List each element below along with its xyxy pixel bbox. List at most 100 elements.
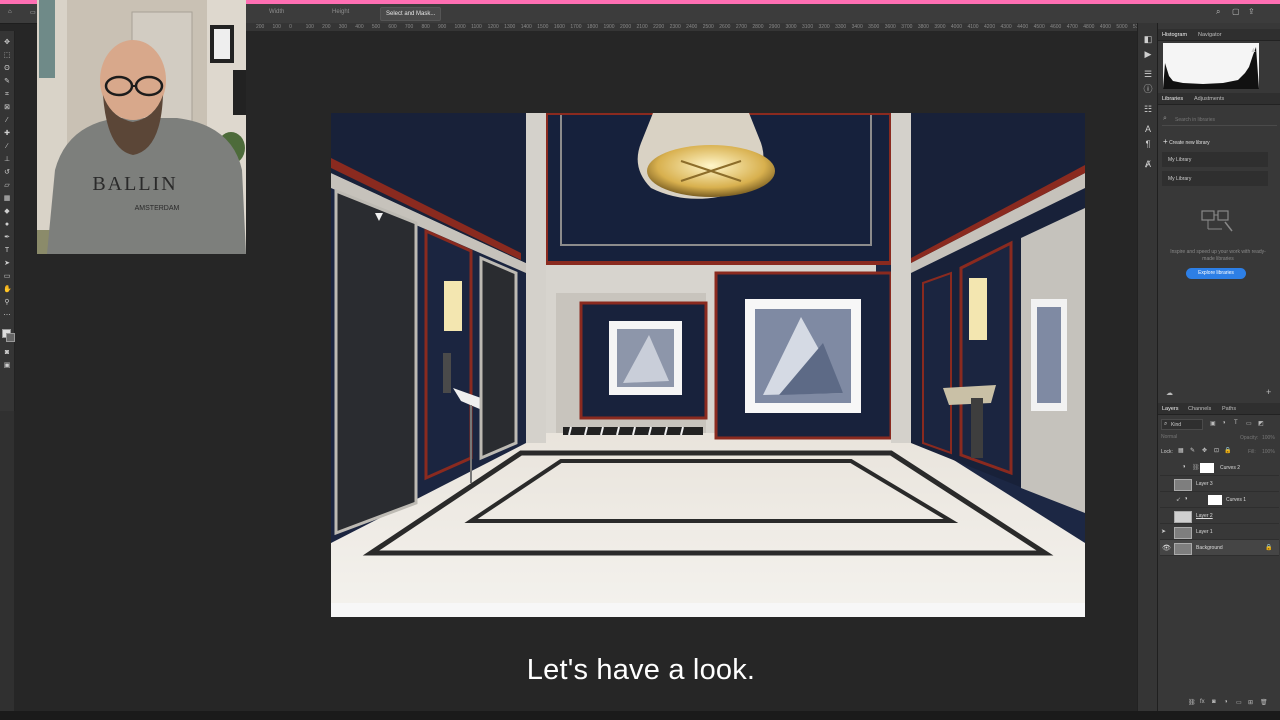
workspace-icon[interactable]: ▢ — [1232, 7, 1240, 16]
brush-tool-icon[interactable]: ∕ — [3, 143, 11, 151]
layer-row[interactable]: ➤ Layer 1 — [1160, 524, 1279, 540]
layer-row[interactable]: Layer 2 — [1160, 508, 1279, 524]
lock-artboard-icon[interactable]: ⊡ — [1214, 447, 1219, 454]
marquee-options-icon[interactable]: ▭ — [30, 9, 36, 16]
fx-icon[interactable]: fx — [1200, 699, 1205, 705]
tab-layers[interactable]: Layers — [1162, 406, 1179, 412]
fill-value[interactable]: 100% — [1262, 449, 1275, 455]
filter-shape-icon[interactable]: ▭ — [1246, 420, 1252, 427]
gradient-tool-icon[interactable]: ▦ — [3, 195, 11, 203]
lock-transparency-icon[interactable]: ▦ — [1178, 447, 1184, 454]
filter-pixel-icon[interactable]: ▣ — [1210, 420, 1216, 427]
create-library-button[interactable]: + Create new library — [1163, 137, 1210, 146]
eyedropper-icon[interactable]: ⁄ — [3, 117, 11, 125]
background-color-swatch[interactable] — [6, 333, 15, 342]
layer-name[interactable]: Layer 2 — [1196, 513, 1213, 519]
more-tools-icon[interactable]: ⋯ — [3, 312, 11, 320]
ruler-tick-label: 4500 — [1033, 24, 1045, 30]
layer-thumbnail[interactable] — [1174, 543, 1192, 555]
shape-tool-icon[interactable]: ▭ — [3, 273, 11, 281]
actions-play-icon[interactable]: ▶ — [1142, 48, 1154, 60]
library-item[interactable]: My Library — [1162, 152, 1268, 167]
lock-pixels-icon[interactable]: ✎ — [1190, 447, 1195, 454]
tab-adjustments[interactable]: Adjustments — [1194, 96, 1224, 102]
screen-mode-icon[interactable]: ▣ — [3, 362, 11, 370]
trash-icon[interactable]: 🗑 — [1260, 699, 1268, 706]
tab-paths[interactable]: Paths — [1222, 406, 1236, 412]
properties-icon[interactable]: ☰ — [1142, 68, 1154, 80]
histogram-svg — [1163, 47, 1259, 89]
filter-adjustment-icon[interactable]: ◑ — [1222, 420, 1226, 426]
layer-name[interactable]: Curves 2 — [1220, 465, 1240, 471]
tab-libraries[interactable]: Libraries — [1162, 96, 1183, 102]
clone-stamp-icon[interactable]: ⊥ — [3, 156, 11, 164]
tab-navigator[interactable]: Navigator — [1198, 32, 1222, 38]
eraser-icon[interactable]: ▱ — [3, 182, 11, 190]
select-and-mask-button[interactable]: Select and Mask... — [380, 7, 442, 21]
lock-all-icon[interactable]: 🔒 — [1224, 447, 1231, 454]
layer-name[interactable]: Curves 1 — [1226, 497, 1246, 503]
info-icon[interactable]: ⓘ — [1142, 83, 1154, 95]
layer-name[interactable]: Background — [1196, 545, 1223, 551]
layer-row[interactable]: ↙ ◑ Curves 1 — [1160, 492, 1279, 508]
tab-histogram[interactable]: Histogram — [1162, 32, 1187, 38]
libraries-icon[interactable]: ☷ — [1142, 103, 1154, 115]
layer-name[interactable]: Layer 1 — [1196, 529, 1213, 535]
visibility-eye-icon[interactable]: 👁 — [1162, 544, 1171, 552]
crop-tool-icon[interactable]: ⌗ — [3, 91, 11, 99]
move-tool-icon[interactable]: ✥ — [3, 39, 11, 47]
paragraph-icon[interactable]: ¶ — [1142, 138, 1154, 150]
dodge-tool-icon[interactable]: ● — [3, 221, 11, 229]
new-group-icon[interactable]: ▭ — [1236, 699, 1242, 706]
layer-name[interactable]: Layer 3 — [1196, 481, 1213, 487]
filter-smart-object-icon[interactable]: ◩ — [1258, 420, 1264, 427]
quick-selection-icon[interactable]: ✎ — [3, 78, 11, 86]
share-icon[interactable]: ⇪ — [1248, 7, 1255, 16]
layer-thumbnail[interactable] — [1174, 511, 1192, 523]
tab-channels[interactable]: Channels — [1188, 406, 1211, 412]
layer-kind-filter[interactable]: ⌕ Kind — [1161, 419, 1203, 430]
pen-tool-icon[interactable]: ✒ — [3, 234, 11, 242]
blur-tool-icon[interactable]: ◆ — [3, 208, 11, 216]
glyphs-icon[interactable]: Ⱥ — [1142, 158, 1154, 170]
ruler-tick-label: 4800 — [1083, 24, 1095, 30]
add-mask-icon[interactable]: ◙ — [1212, 699, 1216, 705]
explore-libraries-button[interactable]: Explore libraries — [1186, 268, 1246, 279]
cloud-icon[interactable]: ☁ — [1166, 389, 1173, 397]
add-icon[interactable]: + — [1266, 387, 1271, 397]
search-icon[interactable]: ⌕ — [1216, 7, 1220, 17]
ruler-tick-label: 700 — [404, 24, 414, 30]
document-image[interactable] — [331, 113, 1085, 617]
lock-position-icon[interactable]: ✥ — [1202, 447, 1207, 454]
quick-mask-icon[interactable]: ◙ — [3, 349, 11, 357]
layer-row[interactable]: Layer 3 — [1160, 476, 1279, 492]
new-adjustment-icon[interactable]: ◑ — [1224, 699, 1228, 705]
layer-thumbnail[interactable] — [1174, 479, 1192, 491]
zoom-tool-icon[interactable]: ⚲ — [3, 299, 11, 307]
healing-brush-icon[interactable]: ✚ — [3, 130, 11, 138]
layer-row[interactable]: ◑ ⛓ Curves 2 — [1160, 460, 1279, 476]
layer-row[interactable]: 👁 Background 🔒 — [1160, 540, 1279, 556]
opacity-value[interactable]: 100% — [1262, 435, 1275, 441]
history-icon[interactable]: ◧ — [1142, 33, 1154, 45]
history-brush-icon[interactable]: ↺ — [3, 169, 11, 177]
path-selection-icon[interactable]: ➤ — [3, 260, 11, 268]
lasso-tool-icon[interactable]: ʘ — [3, 65, 11, 73]
new-layer-icon[interactable]: ⊞ — [1248, 699, 1253, 706]
type-tool-icon[interactable]: T — [3, 247, 11, 255]
character-icon[interactable]: A — [1142, 123, 1154, 135]
library-item[interactable]: My Library — [1162, 171, 1268, 186]
library-search[interactable]: ⌕ Search in libraries — [1162, 113, 1277, 126]
ruler-tick-label: 4600 — [1050, 24, 1062, 30]
layer-mask-thumbnail[interactable] — [1200, 463, 1214, 473]
link-layers-icon[interactable]: ⛓ — [1188, 699, 1196, 706]
frame-tool-icon[interactable]: ⊠ — [3, 104, 11, 112]
clipping-warning-icon[interactable]: ▲ — [1250, 47, 1257, 54]
layer-mask-thumbnail[interactable] — [1208, 495, 1222, 505]
marquee-tool-icon[interactable]: ⬚ — [3, 52, 11, 60]
hand-tool-icon[interactable]: ✋ — [3, 286, 12, 294]
home-icon[interactable]: ⌂ — [8, 9, 12, 15]
layer-thumbnail[interactable] — [1174, 527, 1192, 539]
filter-type-icon[interactable]: T — [1234, 420, 1238, 426]
blend-mode-select[interactable]: Normal — [1161, 434, 1216, 442]
